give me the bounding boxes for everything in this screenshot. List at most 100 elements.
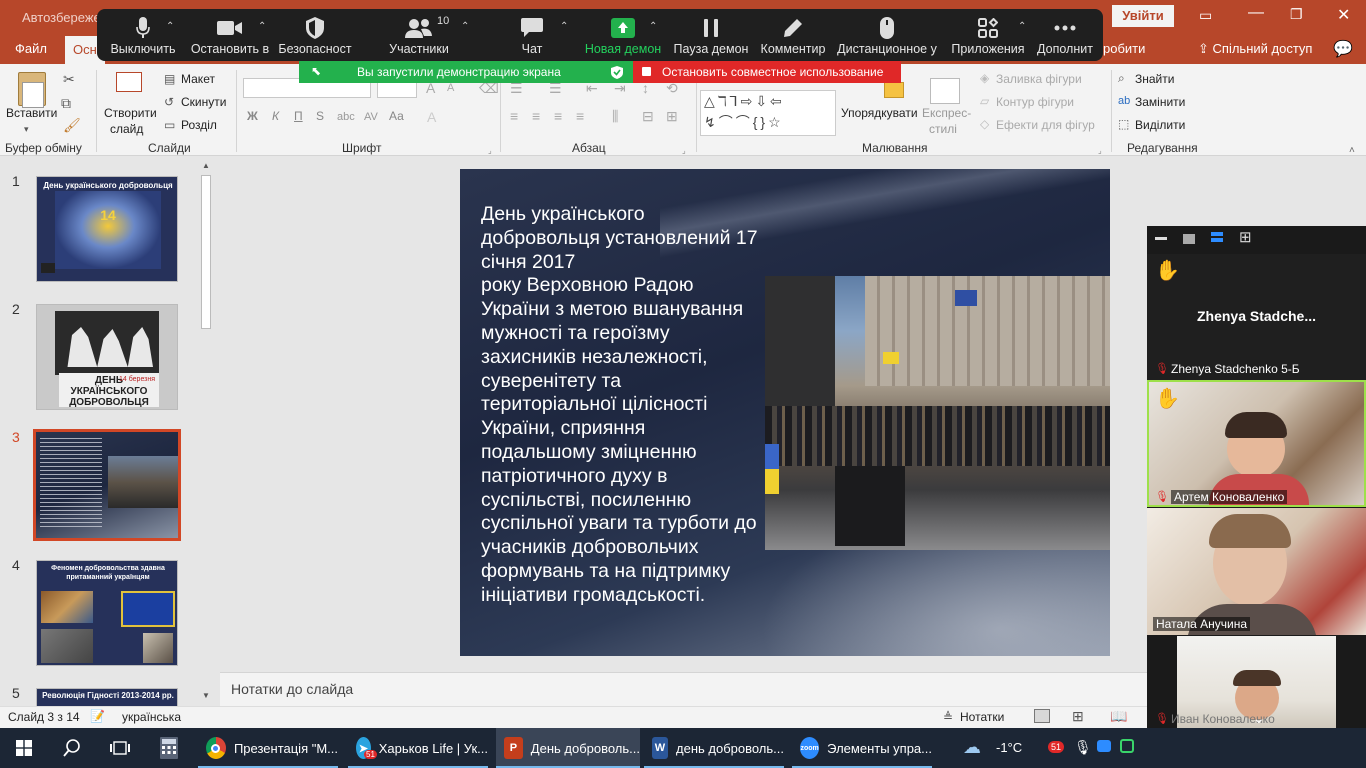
select-button[interactable]: Виділити bbox=[1135, 118, 1185, 132]
drawing-dialog-icon[interactable]: ⌟ bbox=[1098, 144, 1102, 158]
task-view-icon[interactable] bbox=[110, 740, 130, 756]
zoom-tray-icon[interactable] bbox=[1097, 740, 1111, 752]
columns-icon[interactable]: ⫼ bbox=[612, 109, 618, 123]
chevron-down-icon[interactable]: ⌃ bbox=[560, 21, 568, 32]
participant-tile[interactable]: ✋ Zhenya Stadche... 🎙 Zhenya Stadchenko … bbox=[1147, 254, 1366, 380]
indent-icon[interactable]: ⇤ bbox=[586, 81, 598, 95]
annotate-button[interactable]: Комментир bbox=[757, 9, 829, 61]
more-button[interactable]: Дополнит bbox=[1033, 9, 1097, 61]
chevron-down-icon[interactable]: ⌄ bbox=[1253, 710, 1265, 727]
chevron-down-icon[interactable]: ⌃ bbox=[649, 21, 657, 32]
windows-start-icon[interactable] bbox=[16, 740, 32, 756]
quick-styles-button[interactable]: Експрес- bbox=[922, 106, 971, 120]
align-left-icon[interactable]: ≡ bbox=[510, 109, 518, 123]
tab-tell-me[interactable]: робити bbox=[1103, 41, 1145, 56]
chevron-down-icon[interactable]: ⌃ bbox=[1018, 21, 1026, 32]
bold-button[interactable]: Ж bbox=[247, 109, 258, 123]
strikethrough-icon[interactable]: abc bbox=[337, 110, 355, 124]
italic-button[interactable]: К bbox=[272, 109, 279, 123]
minimize-icon[interactable] bbox=[1155, 237, 1167, 240]
shape-fill-button[interactable]: Заливка фігури bbox=[996, 72, 1082, 86]
spacing-icon[interactable]: AV bbox=[364, 110, 378, 124]
slide-thumbnail-4[interactable]: Феномен добровольства здавна притаманний… bbox=[36, 560, 178, 666]
taskbar-app-telegram[interactable]: ➤ 51 Харьков Life | Ук... bbox=[348, 728, 488, 768]
chevron-down-icon[interactable]: ⌃ bbox=[166, 21, 174, 32]
new-share-button[interactable]: Новая демон bbox=[583, 9, 663, 61]
apps-button[interactable]: Приложения bbox=[949, 9, 1027, 61]
spellcheck-icon[interactable]: 📝 bbox=[90, 709, 105, 723]
new-slide-button[interactable]: Створити bbox=[104, 106, 157, 120]
cut-icon[interactable]: ✂ bbox=[63, 72, 75, 86]
section-button[interactable]: Розділ bbox=[181, 118, 217, 132]
font-color-icon[interactable]: A bbox=[427, 110, 436, 124]
notes-button[interactable]: Нотатки bbox=[960, 710, 1004, 724]
calculator-icon[interactable] bbox=[160, 737, 178, 759]
restore-icon[interactable]: ❐ bbox=[1290, 6, 1303, 23]
format-painter-icon[interactable]: 🖌 bbox=[63, 118, 81, 132]
copy-icon[interactable]: ⧉ bbox=[61, 96, 71, 110]
participant-tile[interactable]: ✋ 🎙 Артем Коноваленко bbox=[1147, 380, 1366, 507]
line-spacing-icon[interactable]: ↕ bbox=[642, 81, 649, 95]
paste-button[interactable]: Вставити bbox=[6, 106, 57, 120]
tab-file[interactable]: Файл bbox=[15, 41, 47, 56]
taskbar-app-zoom[interactable]: zoom Элементы упра... bbox=[792, 728, 932, 768]
collapse-ribbon-icon[interactable]: ˄ bbox=[1349, 144, 1355, 158]
tray-app-icon[interactable] bbox=[1120, 739, 1134, 753]
paste-dropdown-icon[interactable]: ▾ bbox=[24, 122, 29, 136]
arrange-button[interactable]: Упорядкувати bbox=[841, 106, 918, 120]
mute-button[interactable]: Выключить bbox=[107, 9, 179, 61]
slide-canvas[interactable]: День українського добровольця установлен… bbox=[460, 169, 1110, 656]
normal-view-icon[interactable] bbox=[1034, 709, 1050, 723]
chat-button[interactable]: Чат bbox=[501, 9, 563, 61]
sign-in-button[interactable]: Увійти bbox=[1112, 5, 1174, 27]
outdent-icon[interactable]: ⇥ bbox=[614, 81, 626, 95]
chevron-down-icon[interactable]: ⌃ bbox=[258, 21, 266, 32]
strip-view-icon[interactable] bbox=[1211, 232, 1223, 236]
align-right-icon[interactable]: ≡ bbox=[554, 109, 562, 123]
tray-badge[interactable]: 51 bbox=[1048, 741, 1065, 753]
microphone-tray-icon[interactable]: 🎙 bbox=[1074, 739, 1092, 756]
justify-icon[interactable]: ≡ bbox=[576, 109, 584, 123]
text-direction-icon[interactable]: ⟲ bbox=[666, 81, 678, 95]
share-button[interactable]: ⇪ Спільний доступ bbox=[1198, 41, 1312, 57]
weather-icon[interactable]: ☁ bbox=[963, 737, 981, 758]
taskbar-app-word[interactable]: W день доброволь... bbox=[644, 728, 784, 768]
scrollbar-thumb[interactable] bbox=[201, 175, 211, 329]
align-text-icon[interactable]: ⊟ bbox=[642, 109, 654, 123]
align-center-icon[interactable]: ≡ bbox=[532, 109, 540, 123]
change-case-button[interactable]: Аа bbox=[389, 109, 404, 123]
ribbon-display-icon[interactable]: ▭ bbox=[1199, 7, 1212, 24]
stop-share-button[interactable]: Остановить совместное использование bbox=[633, 61, 901, 83]
reset-button[interactable]: Скинути bbox=[181, 95, 226, 109]
shapes-gallery[interactable]: △ℸ⅂⇨⇩⇦ ↯⌒⌒{}☆ bbox=[700, 90, 836, 136]
smartart-icon[interactable]: ⊞ bbox=[666, 109, 678, 123]
bullets-icon[interactable]: ☰ bbox=[510, 81, 523, 95]
close-icon[interactable]: ✕ bbox=[1337, 5, 1350, 25]
shape-outline-button[interactable]: Контур фігури bbox=[996, 95, 1074, 109]
notes-pane[interactable]: Нотатки до слайда bbox=[220, 672, 1147, 706]
chevron-down-icon[interactable]: ⌃ bbox=[461, 21, 469, 32]
numbering-icon[interactable]: ☰ bbox=[549, 81, 562, 95]
thumbnails-scrollbar[interactable]: ▲ ▼ bbox=[199, 159, 213, 705]
slide-sorter-icon[interactable]: ⊞ bbox=[1072, 708, 1084, 725]
taskbar-app-chrome[interactable]: Презентація "М... bbox=[198, 728, 338, 768]
speaker-view-icon[interactable] bbox=[1183, 234, 1195, 244]
shadow-button[interactable]: S bbox=[316, 109, 324, 123]
participants-button[interactable]: 10 Участники bbox=[379, 9, 459, 61]
security-button[interactable]: Безопасност bbox=[277, 9, 353, 61]
clear-format-icon[interactable]: ⌫ bbox=[479, 81, 499, 95]
decrease-font-icon[interactable]: A bbox=[447, 81, 454, 95]
paragraph-dialog-icon[interactable]: ⌟ bbox=[682, 144, 686, 158]
slide-thumbnail-1[interactable]: День українського добровольця 14 bbox=[36, 176, 178, 282]
layout-button[interactable]: Макет bbox=[181, 72, 215, 86]
pause-share-button[interactable]: Пауза демон bbox=[669, 9, 753, 61]
slide-body-text[interactable]: День українського добровольця установлен… bbox=[481, 203, 761, 608]
increase-font-icon[interactable]: A bbox=[426, 81, 435, 95]
participant-tile[interactable]: Натала Анучина bbox=[1147, 508, 1366, 635]
replace-button[interactable]: Замінити bbox=[1135, 95, 1185, 109]
slide-thumbnail-3[interactable] bbox=[33, 429, 181, 541]
slide-photo[interactable] bbox=[765, 276, 1110, 550]
stop-video-button[interactable]: Остановить в bbox=[189, 9, 271, 61]
underline-button[interactable]: П bbox=[294, 109, 303, 123]
find-button[interactable]: Знайти bbox=[1135, 72, 1174, 86]
